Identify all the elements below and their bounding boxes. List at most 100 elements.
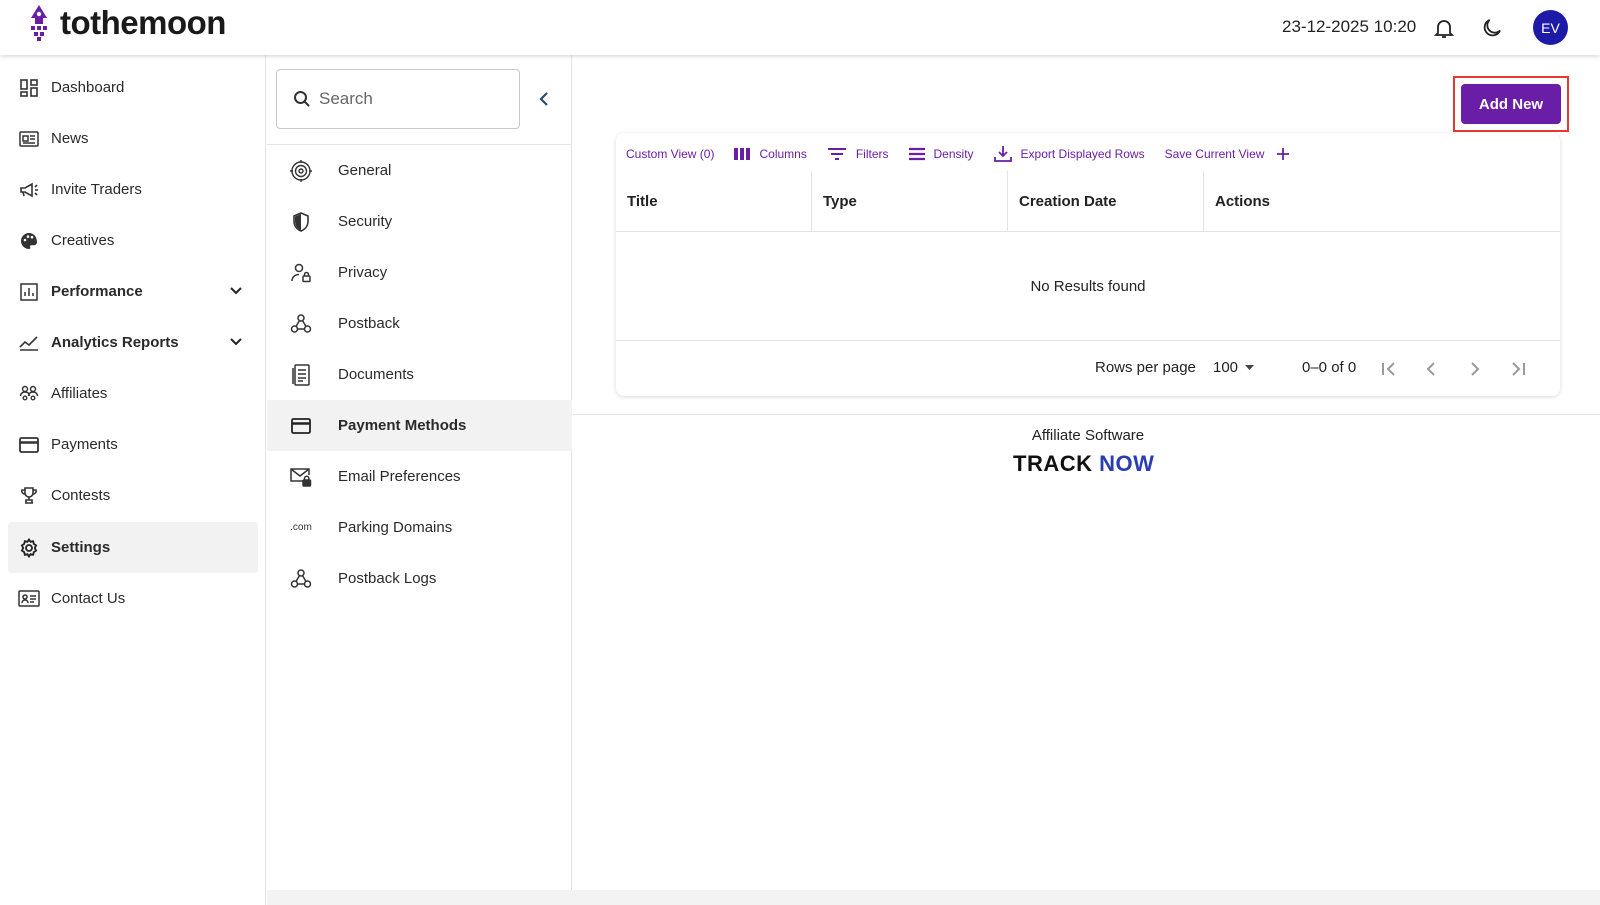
main-sidebar: Dashboard News Invite Traders Creatives … [0,55,266,905]
user-avatar[interactable]: EV [1533,10,1568,45]
line-chart-icon [18,332,40,354]
previous-page-icon[interactable] [1419,357,1443,381]
settings-item-parking-domains[interactable]: .com Parking Domains [267,502,572,553]
footer-divider [573,414,1600,415]
settings-item-label: General [338,162,392,179]
settings-item-label: Parking Domains [338,519,453,536]
webhook-icon [289,567,313,591]
sidebar-item-contests[interactable]: Contests [8,470,258,521]
palette-icon [18,230,40,252]
column-header-label: Actions [1215,193,1271,210]
column-header-actions[interactable]: Actions [1204,171,1560,232]
settings-search[interactable] [276,69,520,129]
custom-view-button[interactable]: Custom View (0) [626,147,714,161]
settings-item-general[interactable]: General [267,145,572,196]
top-header: tothemoon 23-12-2025 10:20 EV [0,0,1600,55]
sidebar-item-payments[interactable]: Payments [8,419,258,470]
tracknow-logo-part2: NOW [1099,451,1155,476]
export-label: Export Displayed Rows [1020,147,1145,161]
custom-view-label: Custom View (0) [626,147,715,161]
contact-icon [18,588,40,610]
search-input[interactable] [319,89,499,109]
save-current-view-button[interactable]: Save Current View [1165,147,1291,161]
tracknow-logo-part1: TRACK [1013,451,1100,476]
chevron-down-icon[interactable] [226,332,246,352]
last-page-icon[interactable] [1506,357,1530,381]
tracknow-logo[interactable]: TRACK NOW [1013,451,1154,477]
sidebar-item-affiliates[interactable]: Affiliates [8,368,258,419]
sidebar-item-contact-us[interactable]: Contact Us [8,573,258,624]
plus-icon [1277,148,1290,160]
settings-item-label: Documents [338,366,414,383]
save-view-label: Save Current View [1164,147,1265,161]
sidebar-item-label: Creatives [51,232,115,249]
settings-item-email-preferences[interactable]: Email Preferences [267,451,572,502]
webhook-icon [289,312,313,336]
export-rows-button[interactable]: Export Displayed Rows [993,145,1145,163]
dark-mode-moon-icon[interactable] [1480,16,1504,40]
settings-item-postback[interactable]: Postback [267,298,572,349]
column-header-label: Title [627,193,658,210]
settings-item-label: Email Preferences [338,468,461,485]
caret-down-icon [1245,365,1255,370]
settings-item-label: Privacy [338,264,388,281]
brand-logo[interactable]: tothemoon [26,4,226,42]
density-button[interactable]: Density [908,147,974,161]
settings-item-postback-logs[interactable]: Postback Logs [267,553,572,604]
settings-submenu: General Security Privacy Postback Docume… [267,55,572,890]
settings-item-label: Postback [338,315,400,332]
rows-per-page-select[interactable]: 100 [1213,358,1260,376]
rows-per-page-label: Rows per page [1095,359,1196,376]
columns-button[interactable]: Columns [734,147,807,161]
settings-item-payment-methods[interactable]: Payment Methods [267,400,572,451]
sidebar-item-label: Analytics Reports [51,334,179,351]
collapse-chevron-left-icon[interactable] [533,88,555,110]
settings-item-security[interactable]: Security [267,196,572,247]
filter-icon [827,148,846,160]
bar-chart-icon [18,281,40,303]
settings-item-label: Postback Logs [338,570,437,587]
highlight-annotation-box [1453,76,1569,132]
next-page-icon[interactable] [1463,357,1487,381]
dashboard-icon [18,77,40,99]
shield-icon [289,210,313,234]
sidebar-item-label: Contests [51,487,111,504]
column-header-creation-date[interactable]: Creation Date [1008,171,1204,232]
sidebar-item-label: Affiliates [51,385,108,402]
filters-button[interactable]: Filters [827,147,889,161]
sidebar-item-analytics-reports[interactable]: Analytics Reports [8,317,258,368]
filters-label: Filters [855,147,889,161]
target-icon [289,159,313,183]
chevron-down-icon[interactable] [226,281,246,301]
settings-item-documents[interactable]: Documents [267,349,572,400]
sidebar-item-news[interactable]: News [8,113,258,164]
column-header-title[interactable]: Title [616,171,812,232]
table-toolbar: Custom View (0) Columns Filters Density … [626,143,1310,165]
sidebar-item-settings[interactable]: Settings [8,522,258,573]
news-icon [18,128,40,150]
bell-icon[interactable] [1432,16,1456,40]
density-label: Density [933,147,974,161]
bottom-scroll-strip [267,890,1600,905]
rocket-logo-icon [31,5,47,41]
gear-icon [18,537,40,559]
sidebar-item-dashboard[interactable]: Dashboard [8,62,258,113]
pagination-range: 0–0 of 0 [1302,359,1357,376]
sidebar-item-label: Invite Traders [51,181,142,198]
sidebar-item-creatives[interactable]: Creatives [8,215,258,266]
settings-item-privacy[interactable]: Privacy [267,247,572,298]
sidebar-item-performance[interactable]: Performance [8,266,258,317]
empty-results-message: No Results found [616,233,1560,341]
settings-item-label: Security [338,213,393,230]
column-header-type[interactable]: Type [812,171,1008,232]
card-icon [18,434,40,456]
avatar-initials: EV [1541,19,1560,36]
search-icon [294,91,310,107]
density-icon [908,147,925,161]
sidebar-item-label: Settings [51,539,111,556]
table-pagination: Rows per page 100 0–0 of 0 [616,341,1560,396]
columns-icon [734,148,751,160]
first-page-icon[interactable] [1377,357,1401,381]
person-lock-icon [289,261,313,285]
sidebar-item-invite-traders[interactable]: Invite Traders [8,164,258,215]
